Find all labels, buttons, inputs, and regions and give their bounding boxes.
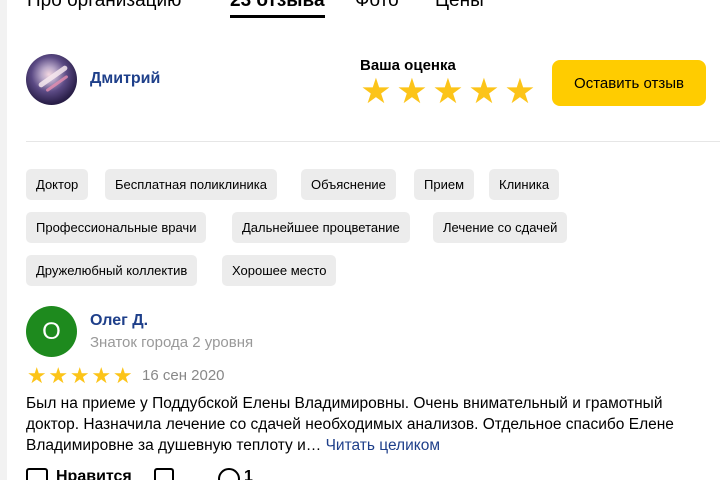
like-button-label[interactable]: Нравится — [56, 468, 132, 480]
star-icon: ★ — [112, 363, 133, 388]
review-date: 16 сен 2020 — [142, 367, 225, 384]
thumbs-up-icon[interactable] — [26, 468, 48, 480]
tab-photos[interactable]: Фото — [355, 0, 399, 12]
thumbs-down-icon[interactable] — [154, 468, 174, 480]
reviewer-name[interactable]: Олег Д. — [90, 312, 148, 330]
tag-chip[interactable]: Профессиональные врачи — [26, 212, 207, 243]
reviewer-level: Знаток города 2 уровня — [90, 334, 254, 351]
tag-chip[interactable]: Прием — [414, 169, 475, 200]
review-rating-stars: ★ ★ ★ ★ ★ — [26, 364, 134, 388]
star-icon[interactable]: ★ — [358, 74, 394, 110]
review-text: Был на приеме у Поддубской Елены Владими… — [26, 393, 716, 456]
tag-chip[interactable]: Хорошее место — [222, 255, 337, 286]
divider — [26, 141, 720, 142]
star-icon: ★ — [91, 363, 112, 388]
reviewer-avatar[interactable]: О — [26, 306, 77, 357]
tag-chip[interactable]: Лечение со сдачей — [433, 212, 568, 243]
current-user-avatar — [26, 54, 77, 105]
leave-review-button[interactable]: Оставить отзыв — [552, 60, 706, 106]
read-more-link[interactable]: Читать целиком — [326, 437, 440, 454]
tab-about[interactable]: Про организацию — [27, 0, 181, 12]
star-icon[interactable]: ★ — [430, 74, 466, 110]
tag-chip[interactable]: Доктор — [26, 169, 89, 200]
tag-chip[interactable]: Бесплатная поликлиника — [105, 169, 278, 200]
tab-active-underline — [230, 15, 325, 18]
tab-prices[interactable]: Цены — [435, 0, 484, 12]
tag-chip[interactable]: Клиника — [489, 169, 560, 200]
current-user-name: Дмитрий — [90, 70, 161, 87]
tag-chip[interactable]: Объяснение — [301, 169, 396, 200]
star-icon[interactable]: ★ — [466, 74, 502, 110]
star-icon: ★ — [48, 363, 69, 388]
tag-chip[interactable]: Дружелюбный коллектив — [26, 255, 198, 286]
tag-chip[interactable]: Дальнейшее процветание — [232, 212, 410, 243]
star-icon: ★ — [26, 363, 47, 388]
star-icon: ★ — [69, 363, 90, 388]
your-rating-stars[interactable]: ★ ★ ★ ★ ★ — [358, 74, 538, 110]
star-icon[interactable]: ★ — [394, 74, 430, 110]
tab-reviews[interactable]: 23 отзыва — [230, 0, 325, 12]
star-icon[interactable]: ★ — [502, 74, 538, 110]
comment-count: 1 — [244, 468, 253, 480]
